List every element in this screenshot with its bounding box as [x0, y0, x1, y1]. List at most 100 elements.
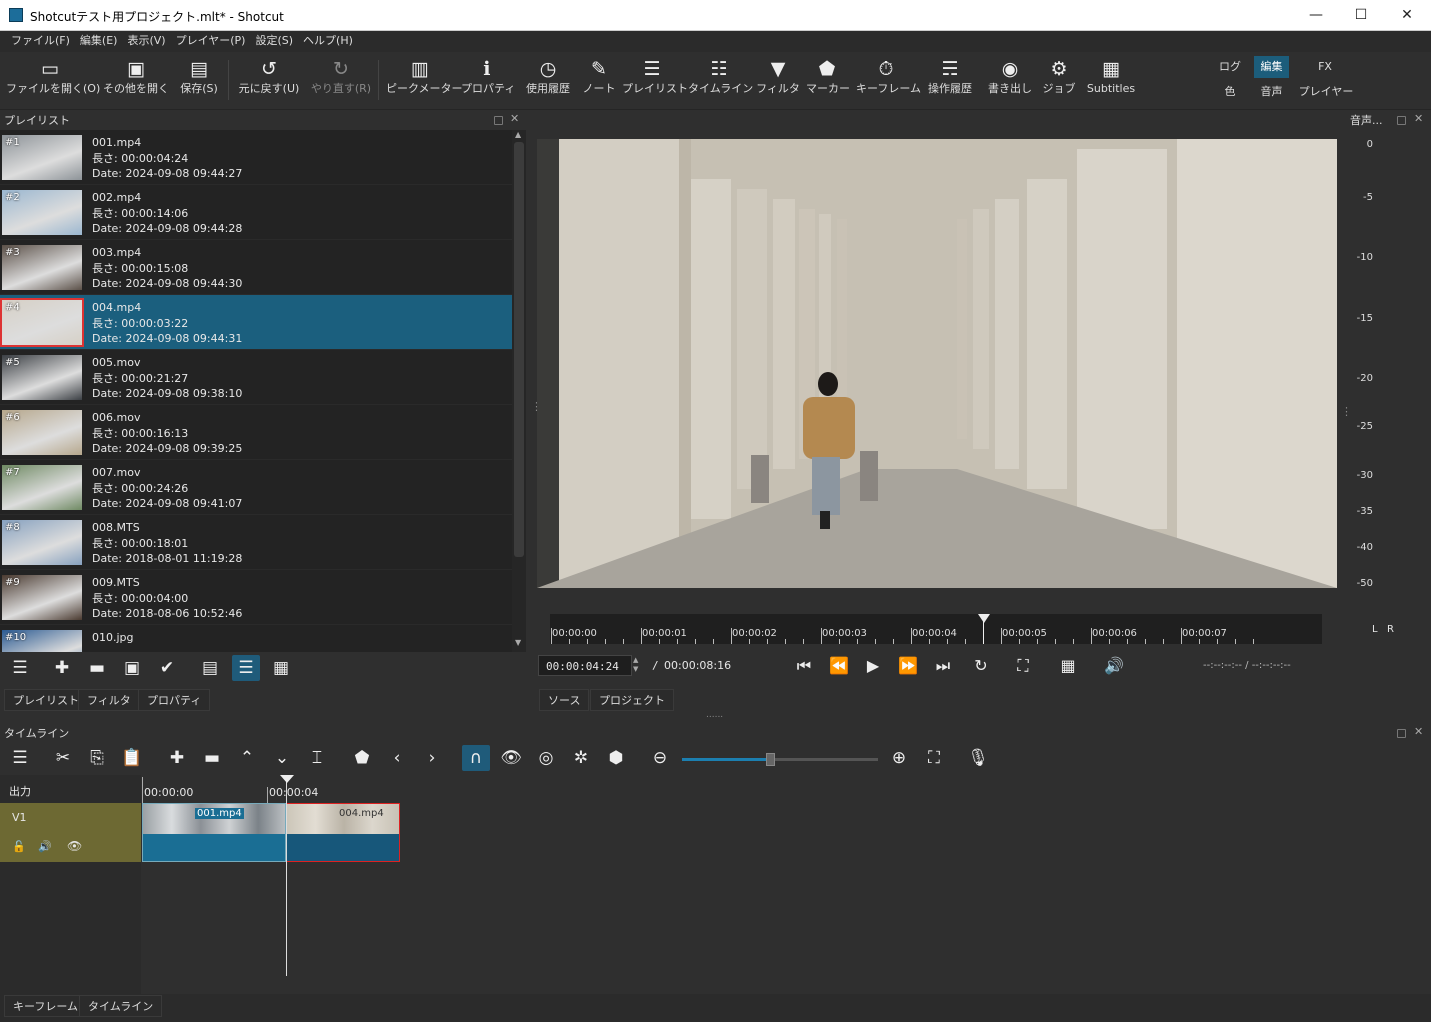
playhead-line[interactable]: [286, 776, 287, 976]
position-timecode-input[interactable]: 00:00:04:24: [538, 655, 632, 676]
tab-source[interactable]: ソース: [539, 689, 590, 711]
peak-meter-button[interactable]: ▥ ピークメーター: [386, 56, 463, 106]
video-preview[interactable]: [537, 139, 1337, 588]
tab-keyframes[interactable]: キーフレーム: [4, 995, 88, 1017]
properties-button[interactable]: ℹ プロパティ: [461, 56, 515, 106]
playlist-item[interactable]: #4 004.mp4 長さ: 00:00:03:22 Date: 2024-09-08…: [0, 295, 512, 350]
scroll-up-icon[interactable]: ▲: [515, 130, 521, 139]
meter-float-icon[interactable]: [1397, 116, 1406, 125]
playlist-item[interactable]: #1 001.mp4 長さ: 00:00:04:24 Date: 2024-09-08…: [0, 130, 512, 185]
playlist-item[interactable]: #7 007.mov 長さ: 00:00:24:26 Date: 2024-09-08…: [0, 460, 512, 515]
tab-playlist[interactable]: プレイリスト: [4, 689, 88, 711]
playlist-remove-icon[interactable]: ▬: [83, 655, 111, 681]
menu-settings[interactable]: 設定(S): [250, 31, 298, 51]
playlist-item[interactable]: #3 003.mp4 長さ: 00:00:15:08 Date: 2024-09-08…: [0, 240, 512, 295]
timeline-menu-icon[interactable]: ☰: [6, 745, 34, 771]
marker-icon[interactable]: ⬟: [348, 745, 376, 771]
paste-icon[interactable]: 📋: [118, 745, 146, 771]
timeline-clip-selected[interactable]: 004.mp4: [286, 803, 400, 862]
view-details-icon[interactable]: ☰: [232, 655, 260, 681]
scroll-down-icon[interactable]: ▼: [515, 638, 521, 647]
playlist-scrollbar[interactable]: ▲ ▼: [512, 130, 526, 652]
timeline-button[interactable]: ☷ タイムライン: [688, 56, 753, 106]
minimize-button[interactable]: —: [1294, 4, 1338, 26]
layout-color[interactable]: 色: [1216, 82, 1244, 102]
keyframes-button[interactable]: ⏱ キーフレーム: [856, 56, 921, 106]
view-table-icon[interactable]: ▤: [196, 655, 224, 681]
playlist-item[interactable]: #5 005.mov 長さ: 00:00:21:27 Date: 2024-09-08…: [0, 350, 512, 405]
skip-previous-icon[interactable]: ⏮: [791, 655, 817, 677]
tab-properties[interactable]: プロパティ: [138, 689, 211, 711]
playlist-item[interactable]: #8 008.MTS 長さ: 00:00:18:01 Date: 2018-08-01…: [0, 515, 512, 570]
playlist-add-icon[interactable]: ✚: [48, 655, 76, 681]
timeline-float-icon[interactable]: [1397, 729, 1406, 738]
filters-button[interactable]: ▼ フィルタ: [756, 56, 800, 106]
playlist-list[interactable]: #1 001.mp4 長さ: 00:00:04:24 Date: 2024-09-08…: [0, 130, 512, 652]
layout-audio[interactable]: 音声: [1254, 82, 1289, 102]
player-ruler[interactable]: 00:00:00 00:00:01 00:00:02 00:00:03 00:00:04…: [550, 614, 1322, 644]
skip-next-icon[interactable]: ⏭: [930, 655, 956, 677]
zoom-slider-handle[interactable]: [766, 753, 776, 766]
save-button[interactable]: ▤ 保存(S): [177, 56, 221, 106]
ripple-all-icon[interactable]: ✲: [567, 745, 595, 771]
menu-edit[interactable]: 編集(E): [75, 31, 123, 51]
layout-fx[interactable]: FX: [1310, 56, 1340, 78]
playlist-button[interactable]: ☰ プレイリスト: [622, 56, 688, 106]
grid-icon[interactable]: ▦: [1055, 655, 1081, 677]
zoom-out-icon[interactable]: ⊖: [646, 745, 674, 771]
meter-close-icon[interactable]: ✕: [1414, 112, 1423, 125]
markers-button[interactable]: ⬟ マーカー: [806, 56, 850, 106]
timeline-close-icon[interactable]: ✕: [1414, 725, 1423, 738]
split-icon[interactable]: ⌶: [303, 745, 331, 771]
scrollbar-thumb[interactable]: [514, 142, 524, 557]
overwrite-icon[interactable]: ⌄: [268, 745, 296, 771]
timecode-spinner-icon[interactable]: ▲ ▼: [633, 656, 638, 674]
splitter-handle[interactable]: ......: [706, 710, 723, 720]
menu-view[interactable]: 表示(V): [122, 31, 170, 51]
open-other-button[interactable]: ▣ その他を開く: [102, 56, 170, 106]
recent-button[interactable]: ◷ 使用履歴: [520, 56, 576, 106]
maximize-button[interactable]: ☐: [1339, 4, 1383, 26]
menu-file[interactable]: ファイル(F): [6, 31, 75, 51]
dock-close-icon[interactable]: ✕: [510, 112, 519, 125]
playlist-item[interactable]: #10 010.jpg: [0, 625, 512, 652]
ripple-markers-icon[interactable]: ⬢: [602, 745, 630, 771]
export-button[interactable]: ◉ 書き出し: [986, 56, 1034, 106]
redo-button[interactable]: ↻ やり直す(R): [310, 56, 372, 106]
record-audio-icon[interactable]: 🎙: [964, 745, 992, 771]
rewind-icon[interactable]: ⏪: [826, 655, 852, 677]
jobs-button[interactable]: ⚙ ジョブ: [1040, 56, 1078, 106]
layout-edit[interactable]: 編集: [1254, 56, 1289, 78]
tab-timeline[interactable]: タイムライン: [79, 995, 163, 1017]
timeline-clip[interactable]: 001.mp4: [142, 803, 286, 862]
playhead-marker-icon[interactable]: [280, 775, 294, 783]
timeline-ruler[interactable]: 00:00:00 00:00:04: [142, 775, 1431, 803]
playlist-item[interactable]: #2 002.mp4 長さ: 00:00:14:06 Date: 2024-09-08…: [0, 185, 512, 240]
playlist-menu-icon[interactable]: ☰: [6, 655, 34, 681]
previous-marker-icon[interactable]: ‹: [383, 745, 411, 771]
mute-icon[interactable]: 🔊: [38, 840, 52, 853]
play-icon[interactable]: ▶: [860, 655, 886, 677]
tab-project[interactable]: プロジェクト: [590, 689, 674, 711]
track-header-v1[interactable]: V1 🔓 🔊 👁: [0, 803, 141, 862]
fast-forward-icon[interactable]: ⏩: [895, 655, 921, 677]
copy-icon[interactable]: ⎘: [83, 745, 111, 771]
cut-icon[interactable]: ✂: [49, 745, 77, 771]
undo-button[interactable]: ↺ 元に戻す(U): [237, 56, 301, 106]
ripple-icon[interactable]: ◎: [532, 745, 560, 771]
close-button[interactable]: ✕: [1385, 4, 1429, 26]
notes-button[interactable]: ✎ ノート: [582, 56, 616, 106]
subtitles-button[interactable]: ▦ Subtitles: [1084, 56, 1138, 106]
append-icon[interactable]: ✚: [163, 745, 191, 771]
playlist-check-icon[interactable]: ✔: [153, 655, 181, 681]
tab-filters[interactable]: フィルタ: [78, 689, 140, 711]
lock-icon[interactable]: 🔓: [12, 840, 26, 853]
menu-player[interactable]: プレイヤー(P): [171, 31, 251, 51]
volume-icon[interactable]: 🔊: [1101, 655, 1127, 677]
scrub-icon[interactable]: 👁: [497, 745, 525, 771]
playlist-item[interactable]: #9 009.MTS 長さ: 00:00:04:00 Date: 2018-08-06…: [0, 570, 512, 625]
view-icons-icon[interactable]: ▦: [267, 655, 295, 681]
layout-player[interactable]: プレイヤー: [1298, 82, 1354, 102]
eye-icon[interactable]: 👁: [67, 839, 82, 853]
menu-help[interactable]: ヘルプ(H): [298, 31, 358, 51]
